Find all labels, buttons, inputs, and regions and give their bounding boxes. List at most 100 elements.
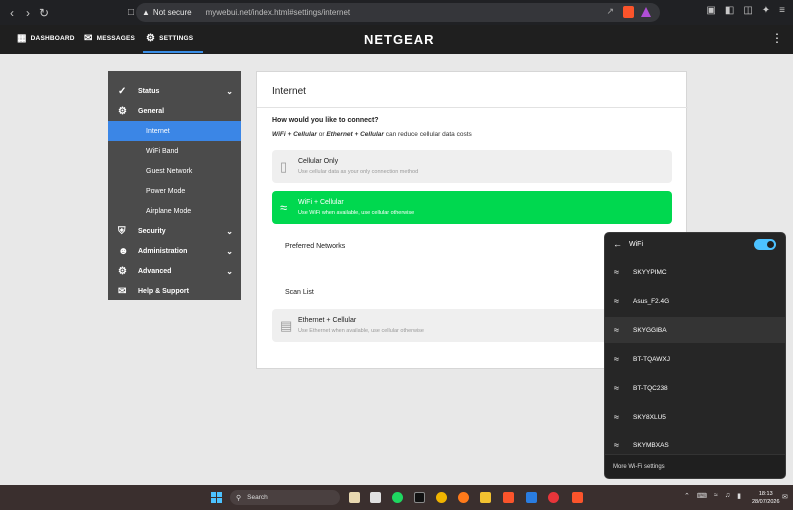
sidebar-item-advanced[interactable]: ⚙ Advanced ⌄: [108, 261, 241, 281]
network-name: BT-TQC238: [633, 384, 668, 392]
wifi-secured-icon: ≈: [614, 412, 619, 422]
active-nav-indicator: [143, 51, 203, 53]
reload-icon[interactable]: ↻: [36, 6, 52, 20]
wifi-network-item[interactable]: ≈ SKYYPIMC: [605, 259, 785, 285]
sidebar-item-internet[interactable]: Internet: [108, 121, 241, 141]
desc-rest: can reduce cellular data costs: [383, 131, 472, 138]
ethernet-icon: ▤: [280, 318, 293, 333]
brave-browser-icon[interactable]: [503, 492, 514, 503]
forward-icon[interactable]: ›: [20, 6, 36, 20]
screenshot-icon[interactable]: ▣: [706, 5, 715, 16]
back-arrow-icon[interactable]: ←: [613, 239, 622, 249]
admin-icon: ☻: [118, 245, 129, 257]
wifi-network-item[interactable]: ≈ SKY8XLU5: [605, 404, 785, 430]
app-icon[interactable]: [548, 492, 559, 503]
sidebar-item-label: Internet: [146, 127, 170, 135]
taskbar-clock[interactable]: 18:13 28/07/2026: [752, 490, 780, 506]
network-name: SKYYPIMC: [633, 268, 667, 276]
back-icon[interactable]: ‹: [4, 6, 20, 20]
wifi-toggle[interactable]: [754, 239, 776, 250]
nav-messages[interactable]: ✉ MESSAGES: [84, 33, 135, 44]
address-bar[interactable]: ▲ Not secure mywebui.net/index.html#sett…: [136, 3, 660, 22]
system-tray: ⌃ ⌨ ≈ ♫ ▮: [684, 492, 741, 500]
chevron-down-icon: ⌄: [226, 246, 233, 256]
bookmark-icon[interactable]: □: [128, 7, 134, 18]
connection-description: WiFi + Cellular or Ethernet + Cellular c…: [272, 131, 472, 138]
preferred-networks-heading: Preferred Networks: [285, 243, 346, 250]
network-name: Asus_F2.4G: [633, 297, 670, 305]
brave-shields-icon[interactable]: [623, 6, 634, 18]
url-text[interactable]: mywebui.net/index.html#settings/internet: [206, 8, 351, 17]
taskbar-search[interactable]: ⚲ Search: [230, 490, 340, 505]
spotify-icon[interactable]: [392, 492, 403, 503]
wifi-network-item[interactable]: ≈ Asus_F2.4G: [605, 288, 785, 314]
more-wifi-settings-link[interactable]: More Wi-Fi settings: [605, 454, 785, 478]
share-icon[interactable]: ↗: [606, 6, 614, 17]
file-explorer-icon[interactable]: [480, 492, 491, 503]
chrome-icon[interactable]: [436, 492, 447, 503]
wifi-secured-icon: ≈: [614, 383, 619, 393]
sidebar-item-power-mode[interactable]: Power Mode: [108, 181, 241, 201]
more-options-icon[interactable]: ⋮: [771, 31, 783, 45]
sidebar-item-label: Power Mode: [146, 187, 186, 195]
sidebar-item-wifi-band[interactable]: WiFi Band: [108, 141, 241, 161]
option-cellular-only[interactable]: ▯ Cellular Only Use cellular data as you…: [272, 150, 672, 183]
menu-icon[interactable]: ≡: [779, 5, 785, 16]
wifi-network-item[interactable]: ≈ SKYGGIBA: [605, 317, 785, 343]
windows-taskbar: ⚲ Search ⌃ ⌨ ≈ ♫ ▮ 18:13 28/07/2026 ✉: [0, 485, 793, 510]
chevron-down-icon: ⌄: [226, 266, 233, 276]
chevron-up-icon[interactable]: ⌃: [684, 492, 690, 500]
wifi-icon[interactable]: ≈: [714, 492, 718, 500]
keyboard-icon[interactable]: ⌨: [697, 492, 707, 500]
sidebar-item-status[interactable]: ✓ Status ⌄: [108, 81, 241, 101]
wifi-secured-icon: ≈: [614, 325, 619, 335]
media-player-icon[interactable]: [414, 492, 425, 503]
wifi-network-item[interactable]: ≈ BT-TQC238: [605, 375, 785, 401]
search-icon: ⚲: [236, 494, 242, 502]
volume-icon[interactable]: ♫: [725, 492, 730, 500]
sidebar-icon[interactable]: ◧: [725, 5, 734, 16]
wifi-secured-icon: ≈: [614, 440, 619, 450]
sidebar-item-administration[interactable]: ☻ Administration ⌄: [108, 241, 241, 261]
brave-beta-icon[interactable]: [572, 492, 583, 503]
notification-icon[interactable]: ✉: [782, 493, 788, 501]
sidebar-item-airplane-mode[interactable]: Airplane Mode: [108, 201, 241, 221]
nav-settings[interactable]: ⚙ SETTINGS: [146, 33, 193, 44]
nav-dashboard-label: DASHBOARD: [30, 35, 75, 42]
calendar-app-icon[interactable]: [370, 492, 381, 503]
wifi-secured-icon: ≈: [614, 296, 619, 306]
wifi-icon: ≈: [280, 200, 288, 215]
brave-rewards-icon[interactable]: [641, 7, 651, 17]
wifi-header: ← WiFi: [613, 239, 643, 249]
task-view-icon[interactable]: [349, 492, 360, 503]
warning-icon[interactable]: ▲: [142, 8, 150, 17]
wifi-title: WiFi: [629, 240, 643, 248]
network-name: SKY8XLU5: [633, 413, 666, 421]
option-wifi-cellular[interactable]: ≈ WiFi + Cellular Use WiFi when availabl…: [272, 191, 672, 224]
gear-icon: ⚙: [118, 105, 127, 117]
option-title: Cellular Only: [298, 158, 339, 165]
store-icon[interactable]: [526, 492, 537, 503]
wifi-network-item[interactable]: ≈ BT-TQAWXJ: [605, 346, 785, 372]
sidebar-item-label: Status: [138, 87, 160, 95]
windows-start-icon[interactable]: [211, 492, 222, 503]
security-label[interactable]: Not secure: [153, 8, 192, 17]
connection-question: How would you like to connect?: [272, 117, 379, 124]
network-name: SKYGGIBA: [633, 326, 667, 334]
split-view-icon[interactable]: ◫: [743, 5, 752, 16]
sidebar-item-label: WiFi Band: [146, 147, 179, 155]
search-label: Search: [247, 494, 268, 501]
nav-dashboard[interactable]: ▦ DASHBOARD: [17, 33, 75, 44]
sidebar-item-general[interactable]: ⚙ General: [108, 101, 241, 121]
sidebar-item-security[interactable]: ⛨ Security ⌄: [108, 221, 241, 241]
toggle-knob: [767, 241, 774, 248]
option-description: Use Ethernet when available, use cellula…: [298, 328, 424, 334]
firefox-icon[interactable]: [458, 492, 469, 503]
battery-icon[interactable]: ▮: [737, 492, 741, 500]
network-name: SKYMBXAS: [633, 441, 669, 449]
extensions-icon[interactable]: ✦: [762, 5, 770, 16]
sidebar-item-help[interactable]: ✉ Help & Support: [108, 281, 241, 301]
desc-wifi-cellular: WiFi + Cellular: [272, 131, 317, 138]
sidebar-item-guest-network[interactable]: Guest Network: [108, 161, 241, 181]
wifi-flyout: ← WiFi ≈ SKYYPIMC ≈ Asus_F2.4G ≈ SKYGGIB…: [604, 232, 786, 479]
